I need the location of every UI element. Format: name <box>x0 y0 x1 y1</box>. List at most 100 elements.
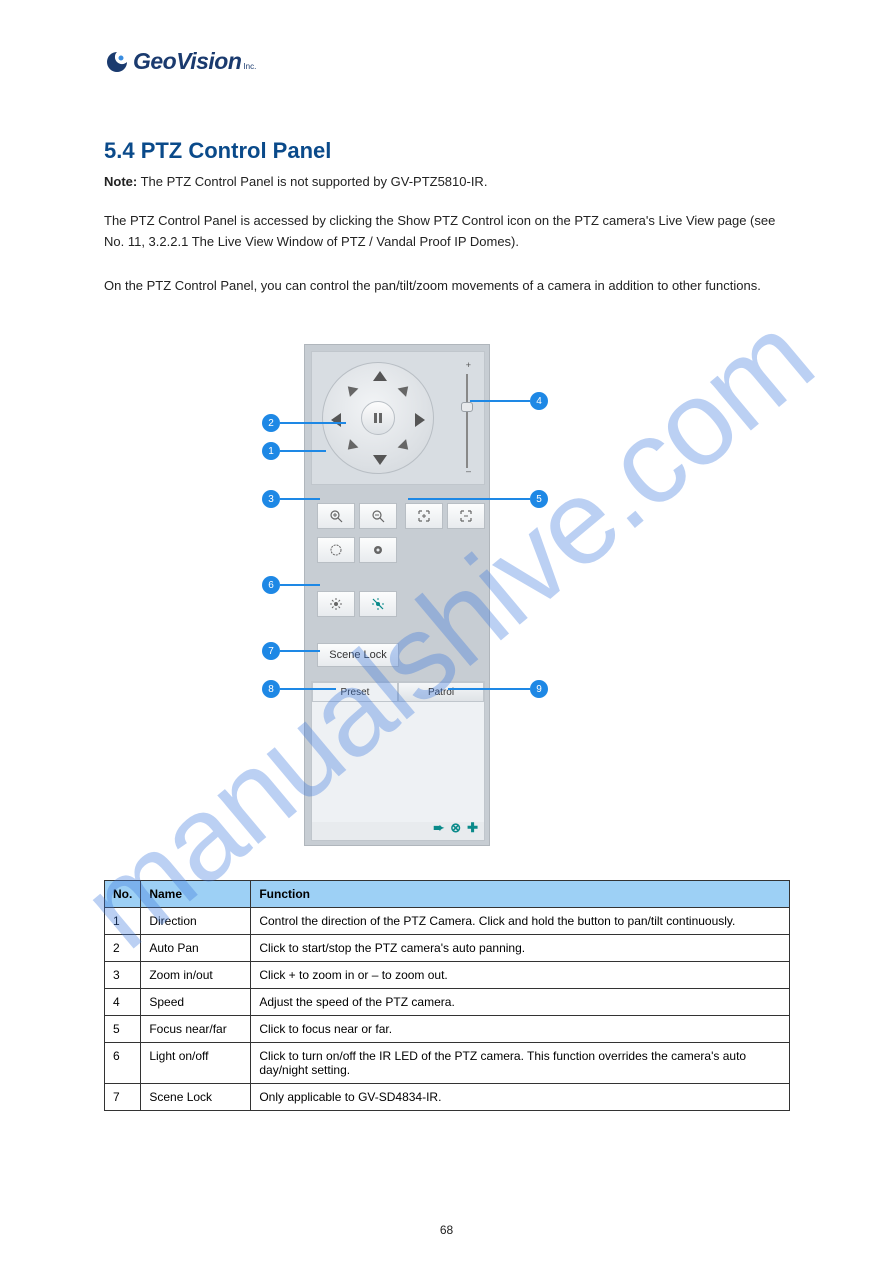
delete-preset-icon[interactable]: ⊗ <box>450 820 461 836</box>
callout-6: 6 <box>262 576 280 594</box>
iris-aux-row <box>317 537 397 563</box>
note-text: The PTZ Control Panel is not supported b… <box>141 174 488 189</box>
cell-no: 4 <box>105 989 141 1016</box>
focus-far-button[interactable] <box>447 503 485 529</box>
controls-table: No. Name Function 1 Direction Control th… <box>104 880 790 1111</box>
ptz-pad-area: + – <box>311 351 485 485</box>
note-label: Note: <box>104 174 137 189</box>
th-no: No. <box>105 881 141 908</box>
arrow-down-left-icon[interactable] <box>344 439 359 454</box>
zoom-out-icon <box>371 509 385 523</box>
cell-name: Direction <box>141 908 251 935</box>
tab-body <box>312 702 484 822</box>
callout-3: 3 <box>262 490 280 508</box>
speed-slider-track[interactable] <box>466 374 468 468</box>
cell-no: 3 <box>105 962 141 989</box>
cell-name: Focus near/far <box>141 1016 251 1043</box>
arrow-up-right-icon[interactable] <box>398 382 413 397</box>
iris-open-button[interactable] <box>317 537 355 563</box>
logo-text: GeoVision <box>133 48 241 75</box>
callout-line <box>280 422 346 424</box>
auto-pan-button[interactable] <box>361 401 395 435</box>
tab-patrol[interactable]: Patrol <box>398 682 484 702</box>
zoom-in-button[interactable] <box>317 503 355 529</box>
intro-paragraph-2: On the PTZ Control Panel, you can contro… <box>104 276 789 297</box>
callout-line <box>280 498 320 500</box>
callout-1: 1 <box>262 442 280 460</box>
speed-slider-thumb[interactable] <box>461 402 473 412</box>
preset-toolbar: ➨ ⊗ ✚ <box>433 820 478 836</box>
callout-8: 8 <box>262 680 280 698</box>
table-row: 3 Zoom in/out Click + to zoom in or – to… <box>105 962 790 989</box>
callout-line <box>448 688 530 690</box>
speed-plus-label: + <box>466 360 471 370</box>
callout-line <box>470 400 530 402</box>
add-preset-icon[interactable]: ✚ <box>467 820 478 836</box>
brand-logo: GeoVision Inc. <box>105 48 256 75</box>
zoom-out-button[interactable] <box>359 503 397 529</box>
arrow-up-icon[interactable] <box>373 371 387 381</box>
cell-no: 1 <box>105 908 141 935</box>
cell-function: Only applicable to GV-SD4834-IR. <box>251 1084 790 1111</box>
cell-name: Scene Lock <box>141 1084 251 1111</box>
section-note: Note: The PTZ Control Panel is not suppo… <box>104 174 487 189</box>
iris-close-button[interactable] <box>359 537 397 563</box>
callout-line <box>408 498 530 500</box>
speed-minus-label: – <box>466 466 471 476</box>
table-row: 2 Auto Pan Click to start/stop the PTZ c… <box>105 935 790 962</box>
logo-suffix: Inc. <box>243 62 256 71</box>
light-off-button[interactable] <box>359 591 397 617</box>
tab-preset[interactable]: Preset <box>312 682 398 702</box>
cell-function: Click to focus near or far. <box>251 1016 790 1043</box>
callout-line <box>280 584 320 586</box>
cell-no: 5 <box>105 1016 141 1043</box>
arrow-up-left-icon[interactable] <box>344 382 359 397</box>
cell-function: Adjust the speed of the PTZ camera. <box>251 989 790 1016</box>
light-button-row <box>317 591 397 617</box>
th-function: Function <box>251 881 790 908</box>
cell-no: 7 <box>105 1084 141 1111</box>
focus-button-row <box>405 503 485 529</box>
light-off-icon <box>371 597 385 611</box>
focus-near-button[interactable] <box>405 503 443 529</box>
table-row: 5 Focus near/far Click to focus near or … <box>105 1016 790 1043</box>
ptz-direction-wheel[interactable] <box>322 362 434 474</box>
callout-4: 4 <box>530 392 548 410</box>
callout-5: 5 <box>530 490 548 508</box>
section-heading: 5.4 PTZ Control Panel <box>104 138 331 164</box>
callout-line <box>280 650 320 652</box>
cell-no: 6 <box>105 1043 141 1084</box>
scene-lock-button[interactable]: Scene Lock <box>317 643 399 667</box>
callout-2: 2 <box>262 414 280 432</box>
light-on-button[interactable] <box>317 591 355 617</box>
cell-no: 2 <box>105 935 141 962</box>
goto-preset-icon[interactable]: ➨ <box>433 820 444 836</box>
arrow-right-icon[interactable] <box>415 413 425 427</box>
zoom-button-row <box>317 503 397 529</box>
zoom-in-icon <box>329 509 343 523</box>
th-name: Name <box>141 881 251 908</box>
preset-patrol-container: Preset Patrol ➨ ⊗ ✚ <box>311 681 485 841</box>
table-row: 1 Direction Control the direction of the… <box>105 908 790 935</box>
light-on-icon <box>329 597 343 611</box>
arrow-down-icon[interactable] <box>373 455 387 465</box>
cell-name: Light on/off <box>141 1043 251 1084</box>
iris-open-icon <box>329 543 343 557</box>
cell-function: Control the direction of the PTZ Camera.… <box>251 908 790 935</box>
arrow-down-right-icon[interactable] <box>398 439 413 454</box>
ptz-panel-figure: 2 1 3 6 7 8 4 5 9 <box>252 340 642 850</box>
table-row: 4 Speed Adjust the speed of the PTZ came… <box>105 989 790 1016</box>
cell-function: Click to turn on/off the IR LED of the P… <box>251 1043 790 1084</box>
cell-function: Click + to zoom in or – to zoom out. <box>251 962 790 989</box>
callout-line <box>280 688 336 690</box>
page-number: 68 <box>440 1223 453 1237</box>
cell-function: Click to start/stop the PTZ camera's aut… <box>251 935 790 962</box>
callout-line <box>280 450 326 452</box>
cell-name: Speed <box>141 989 251 1016</box>
iris-close-icon <box>371 543 385 557</box>
callout-9: 9 <box>530 680 548 698</box>
arrow-left-icon[interactable] <box>331 413 341 427</box>
pause-icon <box>372 412 384 424</box>
geovision-crescent-icon <box>105 50 129 74</box>
table-row: 7 Scene Lock Only applicable to GV-SD483… <box>105 1084 790 1111</box>
